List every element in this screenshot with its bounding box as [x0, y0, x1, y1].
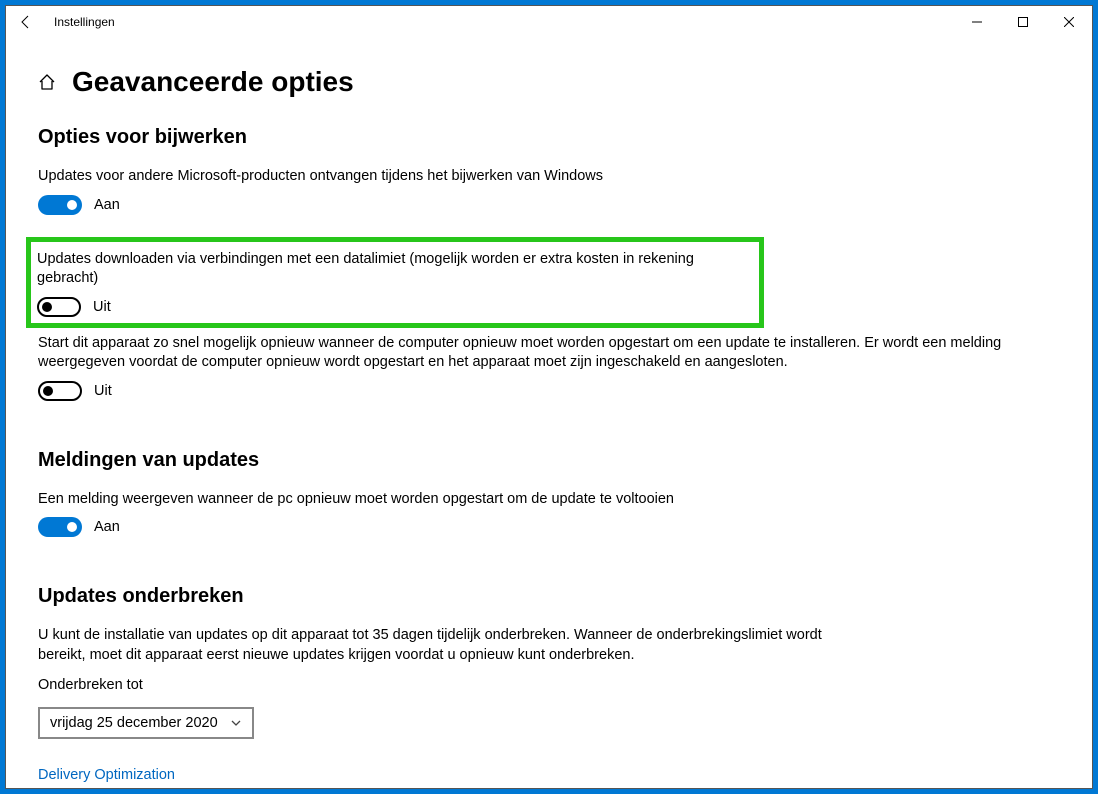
toggle-other-products[interactable] — [38, 195, 82, 215]
pause-until-label: Onderbreken tot — [38, 676, 1060, 696]
settings-window: Instellingen Geavanceerde opties Opties … — [5, 5, 1093, 789]
back-button[interactable] — [6, 6, 46, 38]
option-metered-label: Updates downloaden via verbindingen met … — [37, 250, 753, 289]
pause-until-value: vrijdag 25 december 2020 — [50, 715, 218, 731]
option-other-products-label: Updates voor andere Microsoft-producten … — [38, 167, 1060, 187]
toggle-other-products-state: Aan — [94, 197, 120, 213]
link-delivery-optimization[interactable]: Delivery Optimization — [38, 767, 1060, 783]
maximize-button[interactable] — [1000, 6, 1046, 38]
pause-until-dropdown[interactable]: vrijdag 25 december 2020 — [38, 707, 254, 739]
chevron-down-icon — [230, 717, 242, 729]
section-pause-title: Updates onderbreken — [38, 585, 1060, 608]
toggle-restart-notify[interactable] — [38, 517, 82, 537]
content-area: Geavanceerde opties Opties voor bijwerke… — [6, 38, 1092, 788]
section-update-options-title: Opties voor bijwerken — [38, 126, 1060, 149]
toggle-metered[interactable] — [37, 297, 81, 317]
minimize-button[interactable] — [954, 6, 1000, 38]
pause-description: U kunt de installatie van updates op dit… — [38, 626, 858, 665]
option-restart-notify-label: Een melding weergeven wanneer de pc opni… — [38, 490, 1060, 510]
window-controls — [954, 6, 1092, 38]
toggle-metered-state: Uit — [93, 299, 111, 315]
section-notifications-title: Meldingen van updates — [38, 449, 1060, 472]
close-button[interactable] — [1046, 6, 1092, 38]
page-header: Geavanceerde opties — [38, 66, 1060, 98]
toggle-restart-asap[interactable] — [38, 381, 82, 401]
titlebar: Instellingen — [6, 6, 1092, 38]
app-title: Instellingen — [54, 15, 115, 29]
home-icon[interactable] — [38, 73, 56, 91]
highlighted-option: Updates downloaden via verbindingen met … — [26, 237, 764, 328]
page-title: Geavanceerde opties — [72, 66, 354, 98]
toggle-restart-asap-state: Uit — [94, 383, 112, 399]
option-restart-asap-label: Start dit apparaat zo snel mogelijk opni… — [38, 334, 1060, 373]
toggle-restart-notify-state: Aan — [94, 519, 120, 535]
